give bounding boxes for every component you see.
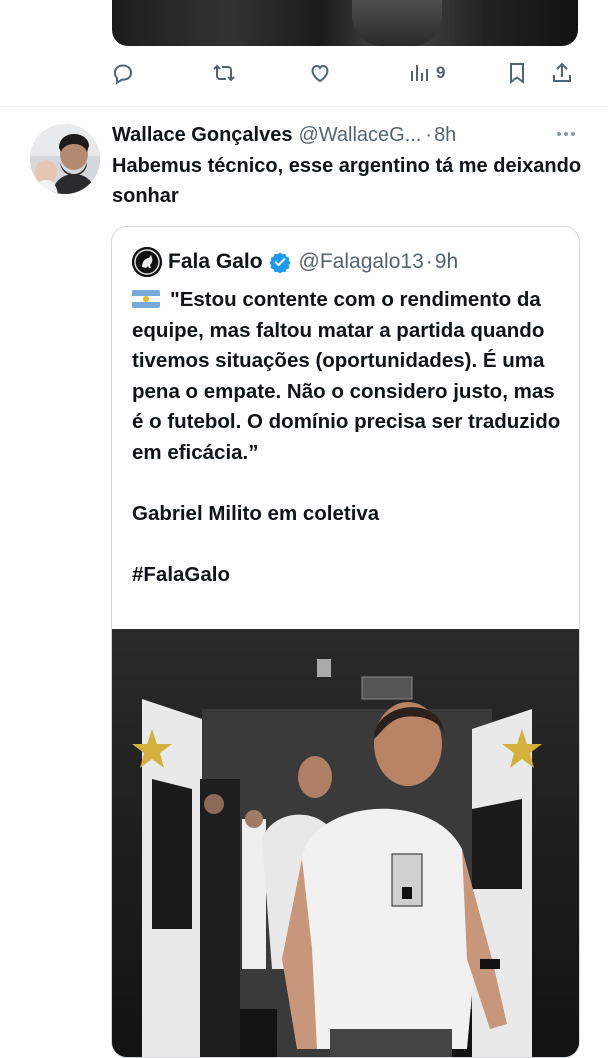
bookmark-button[interactable]: [505, 58, 529, 88]
separator-dot: ·: [425, 123, 433, 146]
quoted-author-name: Fala Galo: [168, 250, 263, 273]
reply-icon: [113, 64, 133, 85]
previous-tweet-actions: 9: [108, 58, 578, 88]
views-icon: [411, 65, 428, 81]
ellipsis-icon: [557, 132, 575, 136]
author-handle[interactable]: @WallaceG...: [298, 124, 421, 147]
quoted-tweet-text: "Estou contente com o rendimento da equi…: [132, 285, 562, 590]
tweet-header: Wallace Gonçalves @WallaceG... · 8h: [112, 122, 456, 148]
quoted-tweet-body: "Estou contente com o rendimento da equi…: [132, 288, 561, 586]
more-options-icon[interactable]: [554, 124, 578, 144]
tweet-time[interactable]: 8h: [434, 124, 456, 147]
views-button[interactable]: 9: [408, 58, 445, 88]
quoted-tweet-header: Fala Galo @Falagalo13 · 9h: [168, 247, 458, 277]
avatar[interactable]: [30, 124, 100, 194]
verified-badge-icon: [268, 252, 291, 273]
argentina-flag-icon: [132, 290, 160, 308]
tunnel-photo: [112, 629, 579, 1057]
quoted-tweet-card[interactable]: Fala Galo @Falagalo13 · 9h "Estou conten…: [111, 226, 580, 1058]
share-button[interactable]: [550, 58, 574, 88]
separator-dot: ·: [425, 250, 433, 273]
quoted-tweet-time: 9h: [434, 250, 459, 273]
avatar-photo: [30, 124, 100, 194]
quoted-author-handle: @Falagalo13: [298, 250, 424, 273]
retweet-icon: [213, 64, 235, 82]
share-icon: [553, 62, 571, 82]
author-name[interactable]: Wallace Gonçalves: [112, 124, 292, 147]
quoted-tweet-photo[interactable]: [112, 629, 579, 1057]
tweet-text: Habemus técnico, esse argentino tá me de…: [112, 155, 582, 207]
bookmark-icon: [510, 63, 524, 84]
rooster-logo-icon: [132, 247, 162, 277]
like-button[interactable]: [308, 58, 332, 88]
views-count: 9: [436, 63, 446, 82]
quoted-avatar: [132, 247, 162, 277]
previous-tweet-media[interactable]: [112, 0, 578, 46]
reply-button[interactable]: [111, 58, 135, 88]
retweet-button[interactable]: [212, 58, 236, 88]
heart-icon: [311, 64, 329, 83]
tweet-divider: [0, 106, 608, 107]
